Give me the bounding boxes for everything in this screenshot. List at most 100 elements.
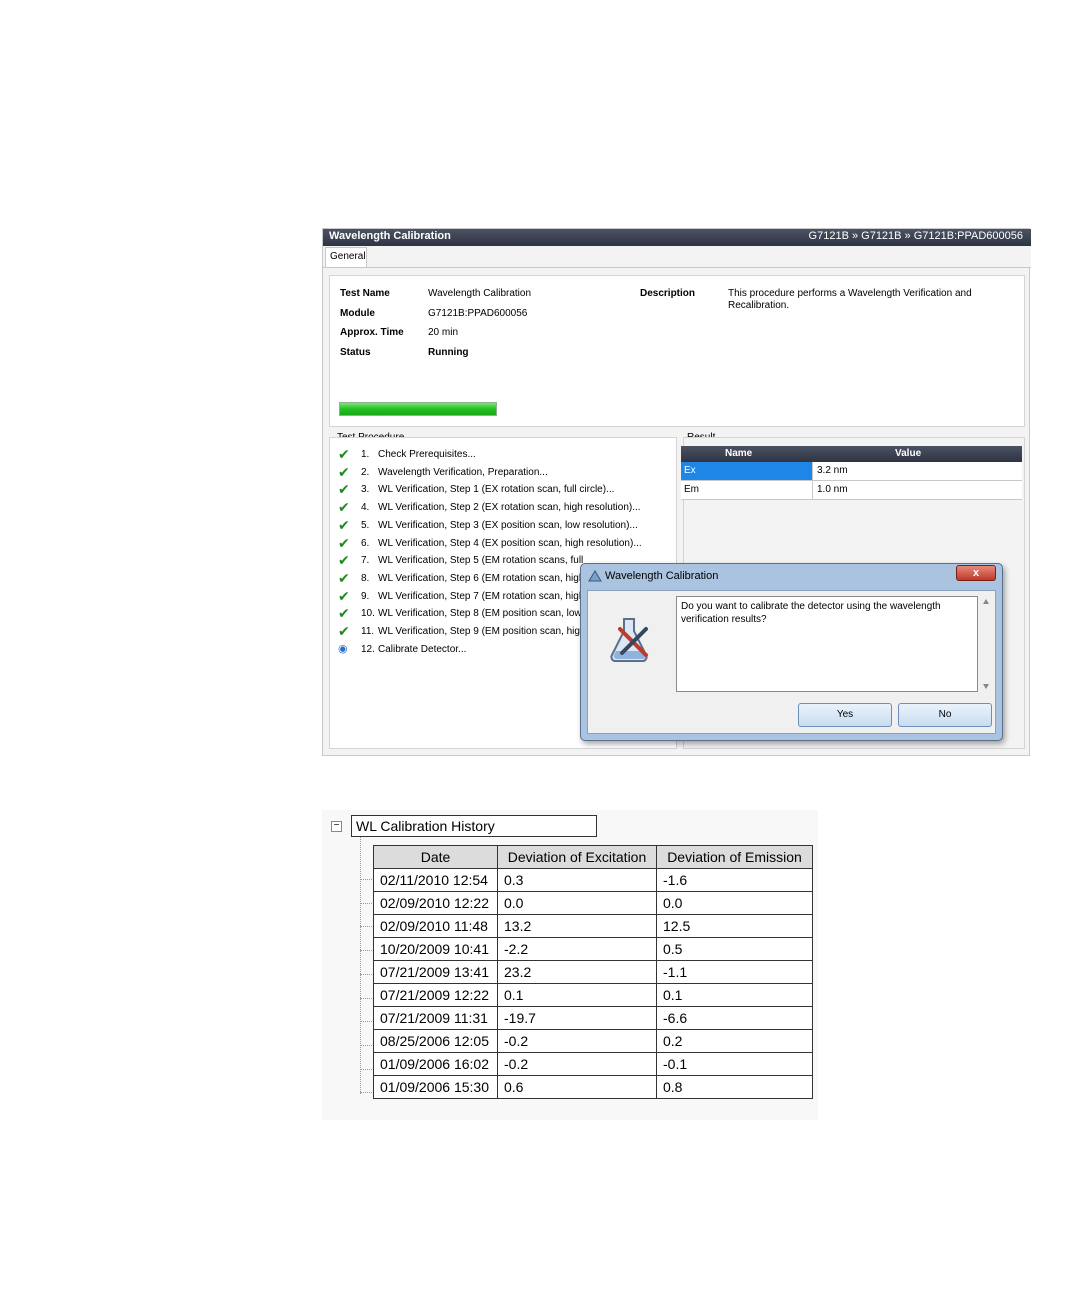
- yes-button[interactable]: Yes: [798, 703, 892, 727]
- emission-cell: -0.1: [656, 1052, 813, 1076]
- history-header-row: Date Deviation of Excitation Deviation o…: [373, 845, 813, 869]
- history-table: Date Deviation of Excitation Deviation o…: [373, 845, 813, 1099]
- col-excitation-header[interactable]: Deviation of Excitation: [497, 845, 657, 869]
- procedure-step: ✔ 1. Check Prerequisites...: [338, 448, 678, 464]
- checkmark-icon: ✔: [338, 536, 350, 551]
- step-text: Calibrate Detector...: [378, 643, 467, 655]
- step-number: 4.: [361, 502, 370, 514]
- step-text: WL Verification, Step 2 (EX rotation sca…: [378, 502, 641, 514]
- test-name-label: Test Name: [340, 288, 390, 299]
- history-row[interactable]: 07/21/2009 11:31 -19.7 -6.6: [373, 1006, 813, 1030]
- step-number: 6.: [361, 537, 370, 549]
- step-number: 1.: [361, 449, 370, 460]
- history-row[interactable]: 07/21/2009 12:22 0.1 0.1: [373, 983, 813, 1007]
- excitation-cell: 0.1: [497, 983, 657, 1007]
- col-date-header[interactable]: Date: [373, 845, 498, 869]
- calibration-dialog: Wavelength Calibration x Do you want to …: [580, 563, 1003, 741]
- tab-general[interactable]: General: [325, 247, 367, 267]
- history-row[interactable]: 01/09/2006 16:02 -0.2 -0.1: [373, 1052, 813, 1076]
- step-number: 9.: [361, 590, 370, 602]
- tree-connector: [360, 950, 374, 952]
- step-number: 2.: [361, 466, 370, 478]
- history-row[interactable]: 01/09/2006 15:30 0.6 0.8: [373, 1075, 813, 1099]
- message-scrollbar[interactable]: [980, 596, 992, 692]
- result-table-header: Name Value: [681, 446, 1022, 462]
- step-number: 3.: [361, 484, 370, 496]
- checkmark-icon: ✔: [338, 589, 350, 604]
- window-titlebar: Wavelength Calibration G7121B » G7121B »…: [323, 229, 1031, 246]
- excitation-cell: 0.0: [497, 891, 657, 915]
- history-row[interactable]: 07/21/2009 13:41 23.2 -1.1: [373, 960, 813, 984]
- emission-cell: -6.6: [656, 1006, 813, 1030]
- date-cell: 02/09/2010 11:48: [373, 914, 498, 938]
- tree-connector: [360, 1021, 374, 1023]
- excitation-cell: 0.3: [497, 868, 657, 892]
- step-text: WL Verification, Step 6 (EM rotation sca…: [378, 572, 585, 584]
- wl-calibration-history: − WL Calibration History Date Deviation …: [322, 810, 818, 1120]
- history-tree-label[interactable]: WL Calibration History: [351, 815, 597, 837]
- procedure-step: ✔ 6. WL Verification, Step 4 (EX position …: [338, 537, 678, 553]
- checkmark-icon: ✔: [338, 571, 350, 586]
- result-name: Ex: [684, 465, 696, 476]
- step-text: Check Prerequisites...: [378, 449, 476, 460]
- excitation-cell: -0.2: [497, 1052, 657, 1076]
- date-cell: 10/20/2009 10:41: [373, 937, 498, 961]
- emission-cell: 0.0: [656, 891, 813, 915]
- procedure-step: ✔ 4. WL Verification, Step 2 (EX rotation …: [338, 501, 678, 517]
- emission-cell: 0.8: [656, 1075, 813, 1099]
- checkmark-icon: ✔: [338, 465, 350, 480]
- date-cell: 07/21/2009 12:22: [373, 983, 498, 1007]
- procedure-step: ✔ 5. WL Verification, Step 3 (EX position …: [338, 519, 678, 535]
- running-icon: ◉: [338, 642, 348, 655]
- step-text: WL Verification, Step 1 (EX rotation sca…: [378, 484, 615, 496]
- procedure-step: ✔ 2. Wavelength Verification, Preparation.…: [338, 466, 678, 482]
- approx-time-label: Approx. Time: [340, 327, 404, 338]
- result-name: Em: [684, 484, 699, 495]
- tree-connector: [360, 926, 374, 928]
- tree-connector: [360, 973, 374, 975]
- tree-connector: [360, 879, 374, 880]
- date-cell: 08/25/2006 12:05: [373, 1029, 498, 1053]
- emission-cell: 0.1: [656, 983, 813, 1007]
- step-text: WL Verification, Step 8 (EM position sca…: [378, 608, 582, 620]
- result-row-em[interactable]: Em 1.0 nm: [681, 481, 1022, 500]
- emission-cell: -1.6: [656, 868, 813, 892]
- emission-cell: -1.1: [656, 960, 813, 984]
- history-row[interactable]: 10/20/2009 10:41 -2.2 0.5: [373, 937, 813, 961]
- excitation-cell: 0.6: [497, 1075, 657, 1099]
- history-table-body: 02/11/2010 12:54 0.3 -1.6 02/09/2010 12:22 0…: [373, 868, 813, 1099]
- status-label: Status: [340, 347, 371, 358]
- result-table: Name Value Ex 3.2 nm Em 1.0 nm: [681, 446, 1022, 500]
- col-name-header: Name: [725, 448, 753, 459]
- tree-connector: [360, 1044, 374, 1046]
- date-cell: 07/21/2009 11:31: [373, 1006, 498, 1030]
- result-value: 3.2 nm: [817, 465, 848, 476]
- dialog-title: Wavelength Calibration: [605, 570, 719, 582]
- step-number: 8.: [361, 572, 370, 584]
- history-row[interactable]: 02/11/2010 12:54 0.3 -1.6: [373, 868, 813, 892]
- col-emission-header[interactable]: Deviation of Emission: [656, 845, 813, 869]
- close-button[interactable]: x: [956, 565, 996, 581]
- checkmark-icon: ✔: [338, 501, 350, 516]
- no-button[interactable]: No: [898, 703, 992, 727]
- step-number: 5.: [361, 519, 370, 531]
- tree-connector: [360, 1068, 374, 1070]
- step-text: WL Verification, Step 4 (EX position sca…: [378, 537, 642, 549]
- history-row[interactable]: 02/09/2010 12:22 0.0 0.0: [373, 891, 813, 915]
- date-cell: 01/09/2006 16:02: [373, 1052, 498, 1076]
- collapse-toggle[interactable]: −: [331, 821, 342, 832]
- history-row[interactable]: 08/25/2006 12:05 -0.2 0.2: [373, 1029, 813, 1053]
- dialog-body: Do you want to calibrate the detector us…: [587, 590, 996, 734]
- tab-strip: General: [323, 246, 1031, 268]
- approx-time-value: 20 min: [428, 327, 459, 338]
- excitation-cell: 13.2: [497, 914, 657, 938]
- emission-cell: 12.5: [656, 914, 813, 938]
- dialog-message: Do you want to calibrate the detector us…: [676, 596, 978, 692]
- breadcrumb: G7121B » G7121B » G7121B:PPAD600056: [808, 230, 1023, 242]
- history-row[interactable]: 02/09/2010 11:48 13.2 12.5: [373, 914, 813, 938]
- general-info-panel: Test Name Wavelength Calibration Module …: [329, 275, 1025, 427]
- result-row-ex[interactable]: Ex 3.2 nm: [681, 462, 1022, 481]
- step-number: 10.: [361, 608, 375, 620]
- app-logo-icon: [588, 570, 602, 582]
- step-number: 11.: [361, 626, 375, 637]
